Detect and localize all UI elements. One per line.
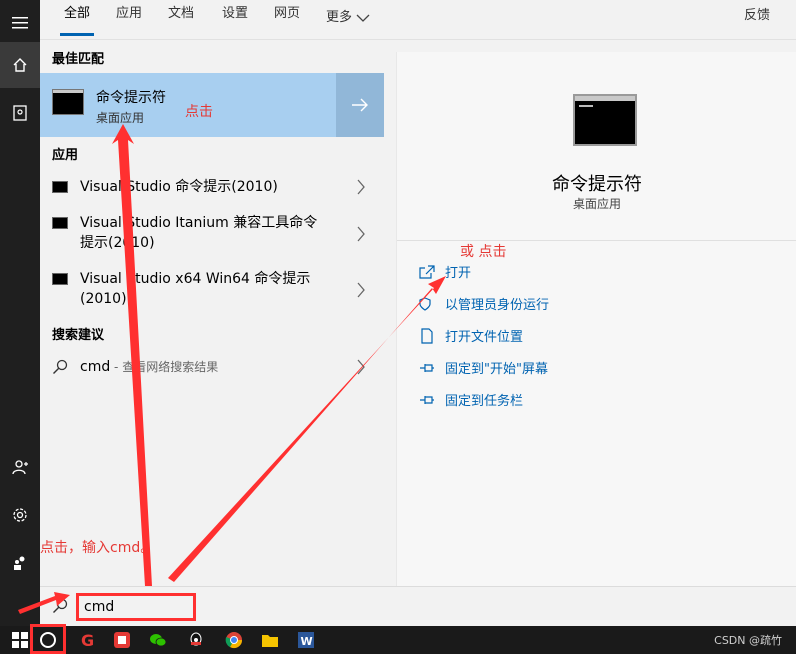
action-pin-taskbar[interactable]: 固定到任务栏 [419, 390, 523, 409]
search-bar: cmd [40, 586, 796, 626]
taskbar-app[interactable] [250, 626, 290, 654]
word-icon: W [298, 632, 314, 648]
action-pin-taskbar-label: 固定到任务栏 [445, 394, 524, 409]
chevron-right-icon [357, 282, 365, 298]
chevron-down-icon [356, 14, 370, 22]
action-open[interactable]: 打开 [419, 262, 471, 281]
search-icon [53, 598, 68, 613]
console-icon [52, 273, 68, 285]
details-panel: 命令提示符 桌面应用 打开 以管理员身份运行 打开文件位置 固定到"开始"屏幕 … [396, 52, 796, 586]
list-item[interactable]: Visual Studio x64 Win64 命令提示(2010) [40, 268, 384, 312]
svg-text:W: W [301, 635, 313, 648]
tab-settings[interactable]: 设置 [222, 4, 248, 32]
account-button[interactable] [0, 444, 40, 490]
section-apps: 应用 [52, 148, 79, 163]
chevron-right-icon [357, 226, 365, 242]
taskbar-app[interactable] [138, 626, 178, 654]
pin-icon [420, 363, 434, 372]
home-icon [13, 58, 27, 72]
taskbar: G W CSDN @疏竹 [0, 624, 796, 654]
search-icon [53, 359, 68, 374]
notebook-button[interactable] [0, 90, 40, 136]
list-item[interactable]: Visual Studio 命令提示(2010) [40, 176, 384, 198]
app-red-icon [114, 632, 130, 648]
action-open-label: 打开 [445, 266, 472, 281]
app-label: Visual Studio 命令提示(2010) [80, 179, 278, 195]
best-match-subtitle: 桌面应用 [96, 111, 145, 125]
console-icon [52, 217, 68, 229]
annotation-click-input: 点击，输入cmd。 [40, 540, 155, 556]
tab-more-label: 更多 [326, 10, 353, 25]
list-item[interactable]: Visual Studio Itanium 兼容工具命令提示(2010) [40, 212, 384, 256]
taskbar-app[interactable] [176, 626, 216, 654]
command-prompt-icon [52, 89, 84, 115]
search-input[interactable]: cmd [76, 593, 196, 621]
people-icon [14, 556, 25, 570]
tab-apps[interactable]: 应用 [116, 4, 142, 32]
console-icon [52, 181, 68, 193]
folder-icon [421, 327, 433, 344]
annotation-or-click: 或 点击 [460, 244, 507, 260]
suggestion-term: cmd [80, 359, 111, 375]
app-g-icon: G [81, 631, 94, 649]
filter-tabs: 全部 应用 文档 设置 网页 更多 反馈 [40, 0, 796, 40]
action-pin-start[interactable]: 固定到"开始"屏幕 [419, 358, 548, 377]
best-match-title: 命令提示符 [96, 90, 166, 106]
action-run-as-admin-label: 以管理员身份运行 [445, 298, 550, 313]
gear-icon [13, 508, 27, 522]
tab-documents[interactable]: 文档 [168, 4, 194, 32]
command-prompt-icon [573, 94, 637, 146]
settings-button[interactable] [0, 492, 40, 538]
suggestion-hint: - 查看网络搜索结果 [110, 360, 219, 374]
pin-icon [420, 395, 434, 404]
divider [397, 240, 796, 241]
svg-text:G: G [81, 631, 94, 649]
app-label: Visual Studio Itanium 兼容工具命令提示(2010) [80, 215, 318, 251]
detail-title: 命令提示符 [552, 174, 642, 195]
highlight-box [30, 624, 66, 654]
qq-icon [190, 632, 202, 646]
feedback-side-button[interactable] [0, 540, 40, 586]
annotation-click: 点击 [185, 104, 213, 120]
action-open-file-location[interactable]: 打开文件位置 [419, 326, 523, 345]
watermark: CSDN @疏竹 [714, 634, 782, 647]
action-run-as-admin[interactable]: 以管理员身份运行 [419, 294, 549, 313]
taskbar-app[interactable]: W [286, 626, 326, 654]
detail-subtitle: 桌面应用 [572, 197, 621, 211]
windows-logo-icon [12, 632, 28, 648]
open-details-button[interactable] [336, 73, 384, 137]
tab-all[interactable]: 全部 [59, 4, 95, 36]
notebook-icon [13, 105, 27, 121]
action-pin-start-label: 固定到"开始"屏幕 [445, 362, 548, 377]
left-rail [0, 0, 40, 626]
person-icon [12, 460, 28, 475]
arrow-right-icon [352, 98, 368, 112]
search-suggestion[interactable]: cmd - 查看网络搜索结果 [40, 356, 384, 378]
taskbar-app[interactable] [214, 626, 254, 654]
shield-icon [419, 296, 431, 311]
action-open-file-location-label: 打开文件位置 [445, 330, 524, 345]
tab-web[interactable]: 网页 [274, 4, 300, 32]
home-button[interactable] [0, 42, 40, 88]
hamburger-icon [12, 17, 28, 29]
results-panel: 最佳匹配 命令提示符 桌面应用 应用 Visual Studio 命令提示(20… [40, 40, 384, 586]
menu-button[interactable] [0, 0, 40, 46]
chevron-right-icon [357, 179, 365, 195]
suggestion-text: cmd - 查看网络搜索结果 [80, 358, 218, 375]
tab-more[interactable]: 更多 [326, 4, 370, 32]
chevron-right-icon [357, 359, 365, 375]
section-best-match: 最佳匹配 [52, 52, 105, 67]
taskbar-app[interactable] [102, 626, 142, 654]
feedback-link[interactable]: 反馈 [744, 4, 770, 23]
open-icon [419, 264, 435, 279]
chrome-icon [225, 632, 243, 649]
section-suggestions: 搜索建议 [52, 328, 105, 343]
app-label: Visual Studio x64 Win64 命令提示(2010) [80, 271, 311, 307]
folder-icon [262, 635, 278, 647]
wechat-icon [150, 634, 167, 647]
